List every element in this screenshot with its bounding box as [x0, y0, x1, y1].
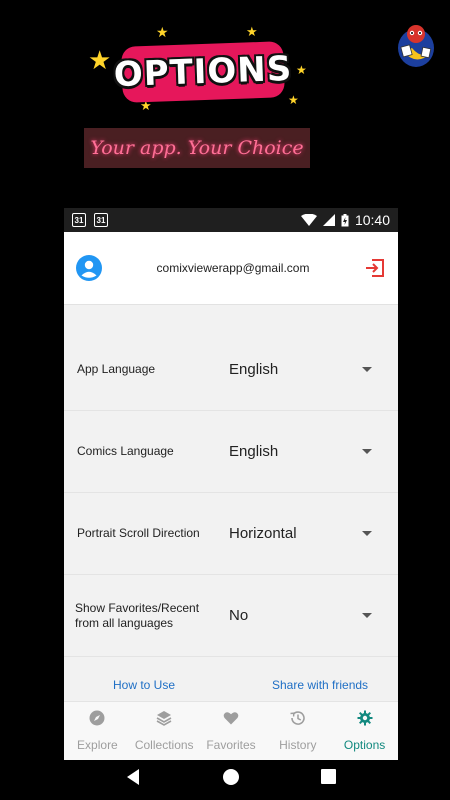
- setting-label: App Language: [77, 362, 156, 377]
- tab-label: Explore: [77, 738, 118, 752]
- back-icon[interactable]: [125, 768, 141, 786]
- setting-label: Portrait Scroll Direction: [77, 526, 200, 541]
- gear-icon: [357, 710, 373, 726]
- dropdown-arrow-icon[interactable]: [362, 367, 372, 372]
- mascot-logo-icon: [398, 25, 434, 67]
- status-bar: 31 31 10:40: [64, 208, 398, 232]
- share-with-friends-link[interactable]: Share with friends: [272, 678, 368, 692]
- compass-icon: [89, 710, 105, 726]
- star-icon: ★: [246, 25, 258, 40]
- promo-subtitle-box: Your app. Your Choice: [84, 128, 310, 168]
- star-icon: ★: [288, 93, 299, 107]
- tab-options[interactable]: Options: [331, 702, 398, 760]
- heart-icon: [223, 712, 239, 725]
- comics-language-select[interactable]: English: [229, 443, 362, 460]
- history-icon: [290, 711, 305, 725]
- promo-subtitle: Your app. Your Choice: [90, 137, 304, 159]
- tab-label: Options: [343, 738, 386, 752]
- star-icon: ★: [156, 25, 169, 41]
- setting-comics-language[interactable]: Comics Language English: [64, 411, 398, 493]
- system-navigation-bar: [0, 760, 450, 800]
- tab-label: History: [279, 738, 317, 752]
- tab-label: Collections: [134, 738, 194, 752]
- tab-history[interactable]: History: [264, 702, 331, 760]
- account-bar: comixviewerapp@gmail.com: [64, 232, 398, 305]
- bottom-navigation: Explore Collections Favorites History Op…: [64, 701, 398, 760]
- dropdown-arrow-icon[interactable]: [362, 449, 372, 454]
- battery-charging-icon: [341, 213, 349, 226]
- app-language-select[interactable]: English: [229, 361, 362, 378]
- recent-apps-icon[interactable]: [321, 769, 336, 784]
- tab-collections[interactable]: Collections: [131, 702, 198, 760]
- setting-label: Comics Language: [77, 444, 174, 459]
- promo-header: ★ ★ ★ ★ ★ ★ OPTIONS Your app. Your Choic…: [0, 0, 450, 210]
- tab-explore[interactable]: Explore: [64, 702, 131, 760]
- calendar-notification-icon: 31: [72, 213, 86, 227]
- scroll-direction-select[interactable]: Horizontal: [229, 525, 362, 542]
- calendar-day-text: 31: [74, 215, 84, 225]
- setting-app-language[interactable]: App Language English: [64, 305, 398, 411]
- status-icons: 10:40: [300, 212, 390, 228]
- star-icon: ★: [296, 63, 307, 77]
- options-title-badge: OPTIONS: [113, 41, 293, 103]
- tab-label: Favorites: [206, 738, 256, 752]
- layers-icon: [156, 711, 172, 726]
- show-all-languages-select[interactable]: No: [229, 607, 362, 624]
- status-time: 10:40: [354, 212, 390, 228]
- setting-label: Show Favorites/Recent from all languages: [75, 601, 200, 630]
- logout-icon[interactable]: [364, 257, 386, 279]
- dropdown-arrow-icon[interactable]: [362, 613, 372, 618]
- calendar-day-text: 31: [96, 215, 106, 225]
- settings-list: App Language English Comics Language Eng…: [64, 305, 398, 657]
- account-avatar-icon[interactable]: [76, 255, 102, 281]
- home-icon[interactable]: [222, 768, 240, 786]
- setting-show-all-languages[interactable]: Show Favorites/Recent from all languages…: [64, 575, 398, 657]
- signal-icon: [322, 214, 335, 226]
- star-icon: ★: [88, 46, 112, 76]
- promo-title: OPTIONS: [113, 48, 293, 96]
- account-email: comixviewerapp@gmail.com: [156, 261, 310, 275]
- tab-favorites[interactable]: Favorites: [198, 702, 265, 760]
- phone-screen: 31 31 10:40 comixviewerapp@gmail.com App…: [64, 208, 398, 760]
- setting-scroll-direction[interactable]: Portrait Scroll Direction Horizontal: [64, 493, 398, 575]
- wifi-icon: [300, 214, 317, 226]
- how-to-use-link[interactable]: How to Use: [113, 678, 175, 692]
- dropdown-arrow-icon[interactable]: [362, 531, 372, 536]
- calendar-notification-icon: 31: [94, 213, 108, 227]
